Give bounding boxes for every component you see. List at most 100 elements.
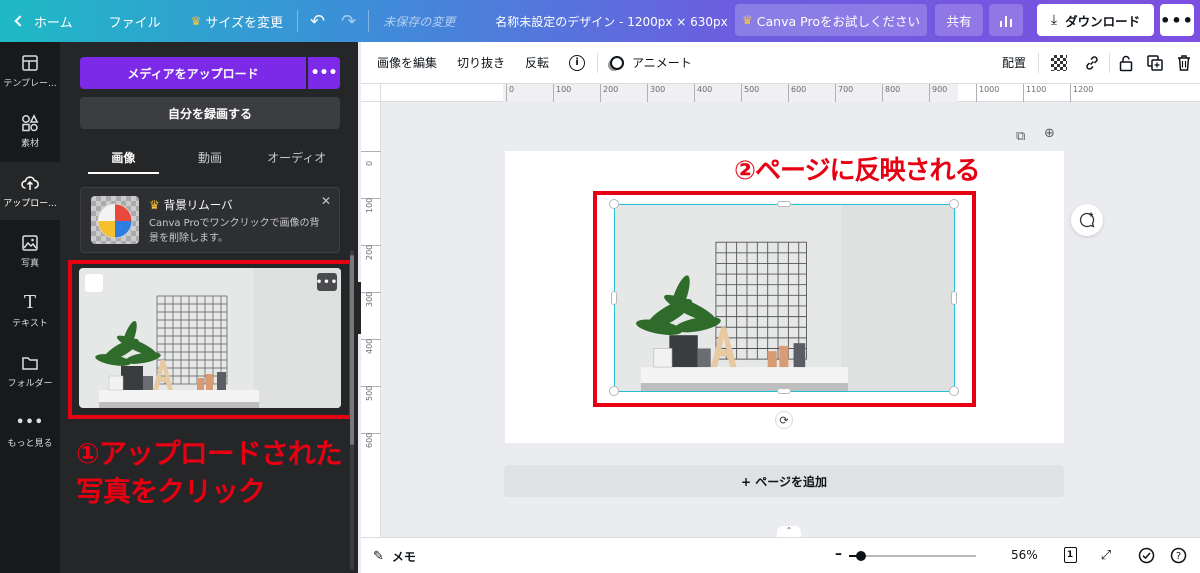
add-page-icon[interactable]: ⊕ bbox=[1044, 126, 1055, 141]
animate-label: アニメート bbox=[632, 56, 692, 70]
text-icon: T bbox=[23, 292, 36, 313]
divider bbox=[297, 10, 299, 32]
chevron-up-icon[interactable]: ⌃ bbox=[777, 526, 801, 537]
try-pro-button[interactable]: ♛ Canva Proをお試しください bbox=[735, 4, 927, 36]
rail-label: アップロー... bbox=[3, 198, 57, 209]
lock-button[interactable] bbox=[1112, 54, 1140, 72]
help-icon[interactable]: ? bbox=[1169, 546, 1187, 564]
promo-title: ♛ 背景リムーバ bbox=[149, 197, 233, 213]
insights-button[interactable] bbox=[989, 4, 1023, 36]
zoom-slider-knob[interactable] bbox=[855, 551, 866, 561]
page-count-button[interactable]: 1 bbox=[1061, 546, 1079, 564]
promo-description: Canva Proでワンクリックで画像の背景を削除します。 bbox=[149, 218, 320, 244]
zoom-slider-track[interactable] bbox=[849, 555, 976, 557]
divider bbox=[1038, 52, 1039, 73]
crown-icon: ♛ bbox=[190, 14, 202, 28]
background-remover-promo[interactable]: ♛ 背景リムーバ Canva Proでワンクリックで画像の背景を削除します。 ✕ bbox=[80, 187, 340, 253]
undo-icon[interactable]: ↶ bbox=[302, 11, 333, 32]
document-title[interactable]: 名称未設定のデザイン - 1200px × 630px bbox=[485, 0, 738, 42]
divider bbox=[368, 10, 370, 32]
download-button[interactable]: ⤓ ダウンロード bbox=[1037, 4, 1154, 36]
upload-options-button[interactable]: ••• bbox=[308, 57, 340, 89]
more-dots-icon: ••• bbox=[16, 415, 44, 430]
share-button[interactable]: 共有 bbox=[935, 4, 983, 36]
bar-chart-icon bbox=[1000, 21, 1002, 27]
ruler-tick-label: 0 bbox=[361, 151, 381, 166]
rail-label: 素材 bbox=[20, 138, 39, 149]
divider bbox=[1109, 52, 1110, 73]
file-menu[interactable]: ファイル bbox=[99, 0, 171, 42]
vertical-ruler: 0 100 200 300 400 500 600 bbox=[361, 102, 381, 547]
tab-audio[interactable]: オーディオ bbox=[253, 140, 340, 174]
notes-button[interactable]: ✎ メモ bbox=[373, 548, 416, 565]
rail-label: もっと見る bbox=[7, 438, 53, 449]
rail-item-text[interactable]: T テキスト bbox=[0, 282, 60, 340]
ruler-tick-label: 200 bbox=[361, 245, 381, 260]
file-label: ファイル bbox=[108, 15, 161, 31]
more-options-button[interactable]: ••• bbox=[1160, 4, 1194, 36]
ruler-tick-text: 300 bbox=[365, 291, 374, 307]
tab-videos[interactable]: 動画 bbox=[167, 140, 254, 174]
ruler-tick-label: 700 bbox=[835, 84, 853, 102]
fullscreen-icon[interactable]: ⤢ bbox=[1097, 546, 1115, 564]
ruler-tick-label: 300 bbox=[647, 84, 665, 102]
transparency-icon bbox=[1051, 54, 1067, 71]
upload-media-button[interactable]: メディアをアップロード bbox=[80, 57, 306, 89]
close-icon[interactable]: ✕ bbox=[321, 194, 331, 208]
rail-item-elements[interactable]: 素材 bbox=[0, 102, 60, 160]
info-icon: i bbox=[569, 54, 586, 71]
rotate-handle-icon[interactable]: ⟳ bbox=[775, 411, 793, 429]
add-page-button[interactable]: + ページを追加 bbox=[504, 465, 1064, 497]
ruler-tick-label: 400 bbox=[361, 339, 381, 354]
ruler-tick-label: 1200 bbox=[1070, 84, 1093, 102]
crown-icon: ♛ bbox=[149, 198, 160, 212]
home-button[interactable]: ホーム bbox=[0, 0, 83, 42]
elements-icon bbox=[21, 113, 39, 132]
ruler-tick-label: 100 bbox=[553, 84, 571, 102]
flip-button[interactable]: 反転 bbox=[515, 54, 559, 71]
rail-item-more[interactable]: ••• もっと見る bbox=[0, 402, 60, 460]
rail-item-templates[interactable]: テンプレー... bbox=[0, 42, 60, 100]
ruler-tick-text: 400 bbox=[365, 338, 374, 354]
folder-icon bbox=[21, 354, 39, 372]
rail-label: テキスト bbox=[12, 318, 48, 329]
check-circle-icon[interactable] bbox=[1137, 546, 1155, 564]
duplicate-page-icon[interactable]: ⧉ bbox=[1016, 129, 1025, 144]
record-yourself-button[interactable]: 自分を録画する bbox=[80, 97, 340, 129]
redo-icon[interactable]: ↷ bbox=[333, 11, 364, 32]
chevron-left-icon bbox=[14, 15, 26, 27]
ruler-tick-text: 500 bbox=[365, 385, 374, 401]
zoom-out-icon[interactable]: – bbox=[835, 546, 842, 562]
animate-button[interactable]: アニメート bbox=[600, 54, 702, 71]
tab-images[interactable]: 画像 bbox=[80, 140, 167, 174]
zoom-percentage[interactable]: 56% bbox=[1011, 548, 1038, 562]
panel-scrollbar-thumb[interactable] bbox=[350, 255, 354, 445]
horizontal-ruler: 0 100 200 300 400 500 600 700 800 900 1000 1100 1200 bbox=[381, 84, 1200, 102]
rail-label: テンプレー... bbox=[3, 78, 57, 89]
rail-item-uploads[interactable]: アップロー... bbox=[0, 162, 60, 220]
download-label: ダウンロード bbox=[1065, 13, 1141, 29]
resize-button[interactable]: ♛ サイズを変更 bbox=[181, 0, 293, 42]
add-comment-icon[interactable] bbox=[1071, 204, 1103, 236]
crop-button[interactable]: 切り抜き bbox=[447, 54, 515, 71]
position-button[interactable]: 配置 bbox=[992, 54, 1036, 71]
ruler-tick-text: 0 bbox=[365, 160, 374, 166]
ruler-corner bbox=[361, 84, 381, 102]
delete-button[interactable] bbox=[1170, 54, 1200, 72]
divider bbox=[597, 52, 599, 73]
bar-chart-icon bbox=[1010, 19, 1012, 27]
link-button[interactable] bbox=[1077, 54, 1107, 72]
annotation-step1-line2: 写真をクリック bbox=[76, 475, 266, 508]
rail-item-folders[interactable]: フォルダー bbox=[0, 342, 60, 400]
transparency-button[interactable] bbox=[1041, 54, 1077, 71]
home-label: ホーム bbox=[34, 15, 73, 31]
rail-item-photos[interactable]: 写真 bbox=[0, 222, 60, 280]
highlight-box-placed bbox=[593, 191, 976, 407]
resize-label: サイズを変更 bbox=[205, 15, 284, 31]
info-button[interactable]: i bbox=[559, 54, 595, 71]
edit-image-button[interactable]: 画像を編集 bbox=[367, 54, 447, 71]
lock-icon bbox=[1119, 55, 1133, 71]
upload-cloud-icon bbox=[21, 174, 39, 192]
ruler-tick-label: 800 bbox=[882, 84, 900, 102]
duplicate-button[interactable] bbox=[1140, 54, 1170, 72]
